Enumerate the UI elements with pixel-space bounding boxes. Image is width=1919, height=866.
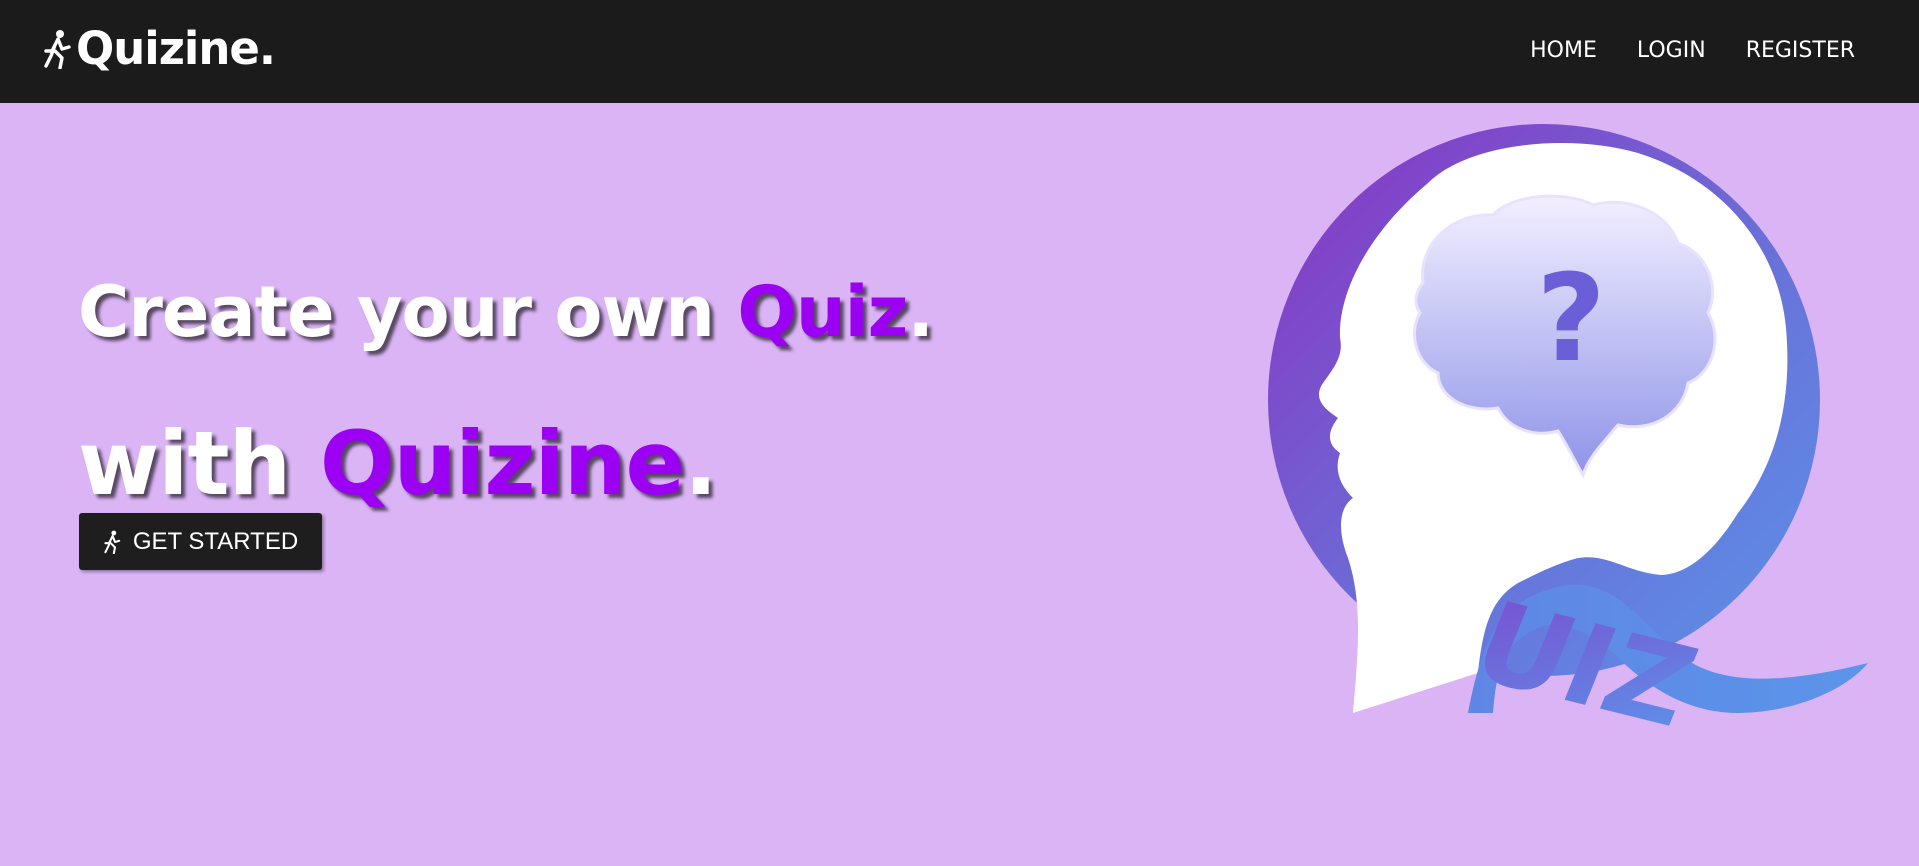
logo-question-mark: ? bbox=[1536, 250, 1606, 389]
get-started-label: GET STARTED bbox=[132, 527, 299, 555]
headline-line-2-text: with bbox=[78, 411, 320, 515]
navbar: Quizine. HOME LOGIN REGISTER bbox=[0, 0, 1919, 103]
running-person-icon bbox=[44, 29, 71, 69]
nav-link-login[interactable]: LOGIN bbox=[1637, 38, 1706, 63]
headline-line-1-period: . bbox=[907, 270, 934, 353]
get-started-button[interactable]: GET STARTED bbox=[79, 513, 322, 570]
headline-accent-quiz: Quiz bbox=[737, 270, 908, 353]
nav-links: HOME LOGIN REGISTER bbox=[1530, 38, 1855, 63]
quiz-head-logo: ? UIZ bbox=[1268, 124, 1868, 752]
headline-line-1: Create your own Quiz. bbox=[78, 277, 934, 347]
hero-section: Create your own Quiz. with Quizine. GET … bbox=[0, 103, 1919, 866]
headline-line-1-text: Create your own bbox=[78, 270, 738, 353]
running-person-icon bbox=[104, 530, 121, 554]
brand-logo-link[interactable]: Quizine. bbox=[42, 22, 276, 75]
brand-name: Quizine. bbox=[76, 22, 276, 75]
headline-accent-quizine: Quizine bbox=[319, 411, 685, 515]
headline-line-2-period: . bbox=[684, 411, 717, 515]
headline-line-2: with Quizine. bbox=[78, 419, 718, 508]
nav-link-register[interactable]: REGISTER bbox=[1746, 38, 1855, 63]
nav-link-home[interactable]: HOME bbox=[1530, 38, 1597, 63]
